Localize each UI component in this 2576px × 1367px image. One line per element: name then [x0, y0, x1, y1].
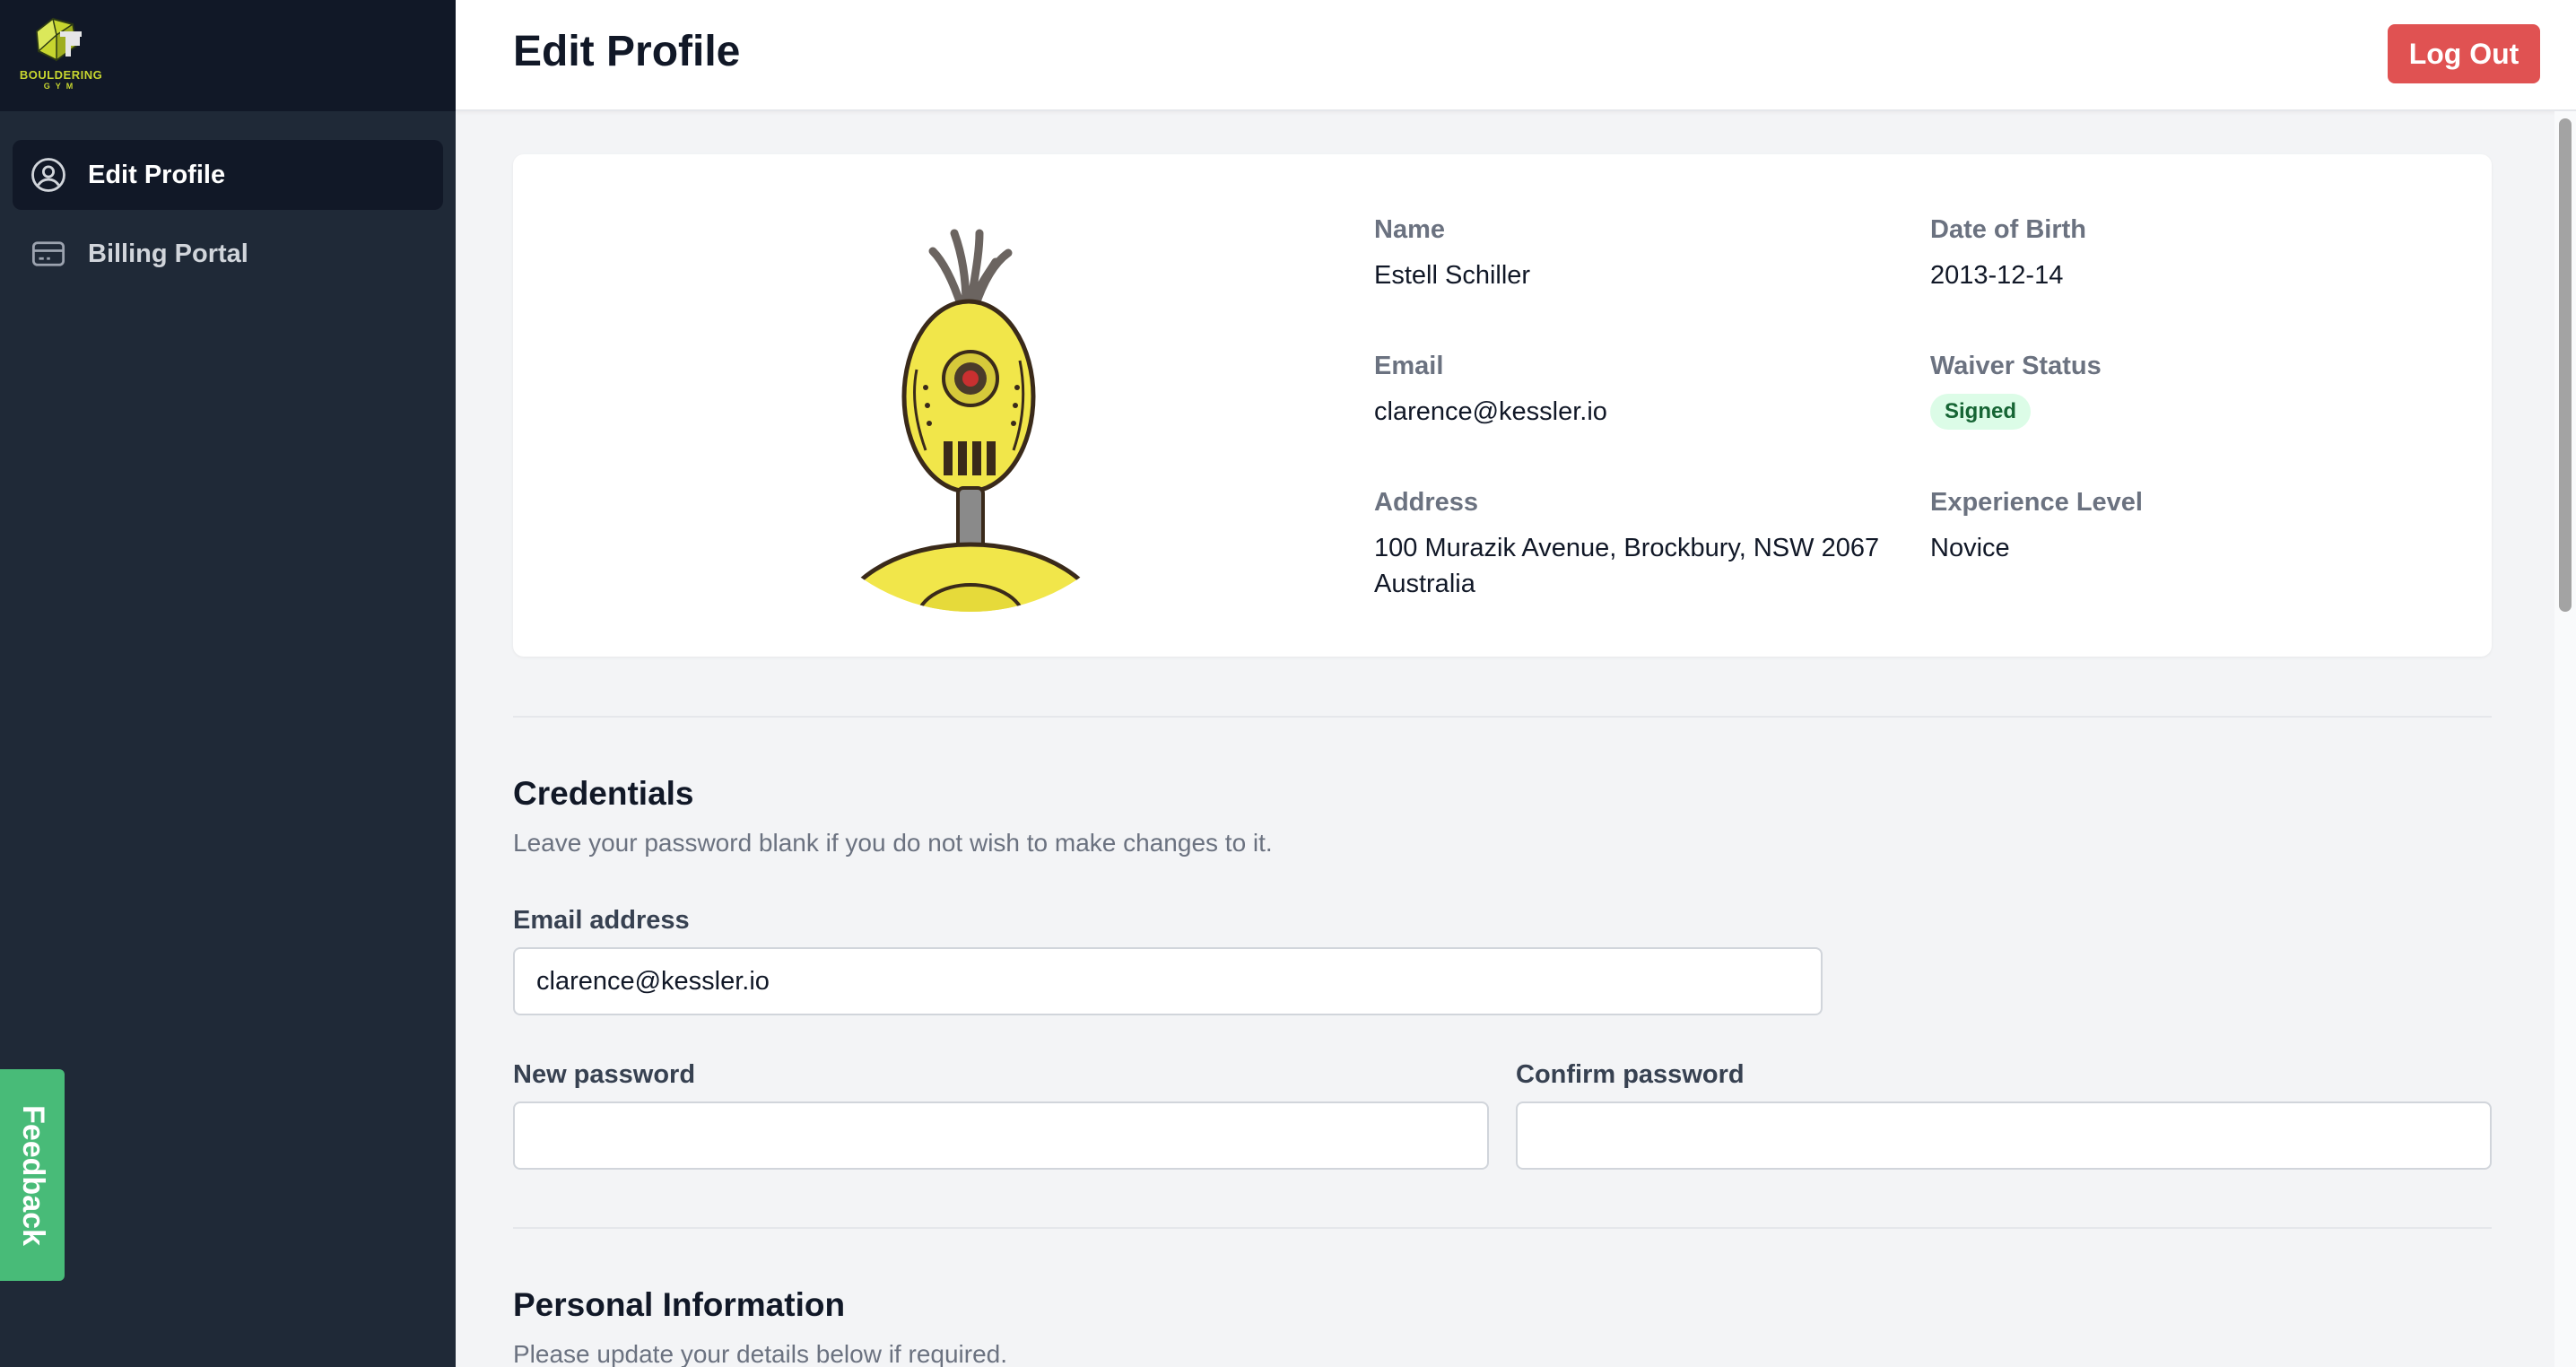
scrollbar-thumb[interactable] [2559, 118, 2572, 612]
gym-logo[interactable]: BOULDERING GYM [19, 15, 103, 96]
name-label: Name [1374, 215, 1445, 244]
feedback-label: Feedback [15, 1104, 50, 1246]
sidebar-item-label: Billing Portal [88, 239, 248, 268]
address-line-2: Australia [1374, 570, 1475, 598]
log-out-button[interactable]: Log Out [2388, 24, 2540, 83]
credentials-subtitle: Leave your password blank if you do not … [513, 829, 1273, 857]
name-value: Estell Schiller [1374, 261, 1531, 290]
sidebar-nav: Edit Profile Billing Portal [0, 111, 456, 289]
main-scrollbar[interactable] [2554, 111, 2576, 1367]
logo-text: BOULDERING [19, 68, 103, 82]
dob-value: 2013-12-14 [1930, 261, 2064, 290]
address-label: Address [1374, 488, 1479, 517]
sidebar-item-billing-portal[interactable]: Billing Portal [13, 219, 443, 289]
personal-info-subtitle: Please update your details below if requ… [513, 1340, 1008, 1367]
credit-card-icon [29, 234, 68, 274]
main-content: Name Estell Schiller Date of Birth 2013-… [456, 111, 2554, 1367]
email-label: Email [1374, 352, 1444, 380]
section-divider [513, 1227, 2492, 1229]
experience-label: Experience Level [1930, 488, 2143, 517]
experience-value: Novice [1930, 534, 2010, 562]
email-address-label: Email address [513, 906, 690, 935]
boulder-logo-icon [35, 17, 82, 62]
dob-label: Date of Birth [1930, 215, 2086, 244]
logo-subtext: GYM [43, 82, 79, 91]
experience-field: Experience Level Novice [1930, 488, 2143, 566]
dob-field: Date of Birth 2013-12-14 [1930, 215, 2086, 293]
address-line-1: 100 Murazik Avenue, Brockbury, NSW 2067 [1374, 534, 1880, 562]
sidebar: BOULDERING GYM Edit Profile Billing Port… [0, 0, 456, 1367]
personal-info-title: Personal Information [513, 1286, 846, 1323]
new-password-input[interactable] [513, 1101, 1489, 1170]
sidebar-item-edit-profile[interactable]: Edit Profile [13, 140, 443, 210]
sidebar-header: BOULDERING GYM [0, 0, 456, 111]
sidebar-item-label: Edit Profile [88, 160, 226, 189]
user-circle-icon [29, 155, 68, 195]
top-bar: Edit Profile Log Out [456, 0, 2576, 111]
section-divider [513, 716, 2492, 718]
feedback-tab[interactable]: Feedback [0, 1069, 65, 1281]
new-password-label: New password [513, 1060, 696, 1089]
waiver-status-badge: Signed [1930, 394, 2032, 430]
page-title: Edit Profile [513, 28, 741, 75]
confirm-password-input[interactable] [1516, 1101, 2492, 1170]
robot-avatar [836, 229, 1105, 612]
email-value: clarence@kessler.io [1374, 397, 1607, 426]
waiver-label: Waiver Status [1930, 352, 2102, 380]
address-field: Address 100 Murazik Avenue, Brockbury, N… [1374, 488, 1879, 602]
name-field: Name Estell Schiller [1374, 215, 1530, 293]
waiver-field: Waiver Status Signed [1930, 352, 2102, 430]
email-address-input[interactable] [513, 947, 1823, 1015]
credentials-title: Credentials [513, 775, 694, 812]
profile-summary-card: Name Estell Schiller Date of Birth 2013-… [513, 154, 2492, 657]
confirm-password-label: Confirm password [1516, 1060, 1745, 1089]
email-field: Email clarence@kessler.io [1374, 352, 1607, 430]
